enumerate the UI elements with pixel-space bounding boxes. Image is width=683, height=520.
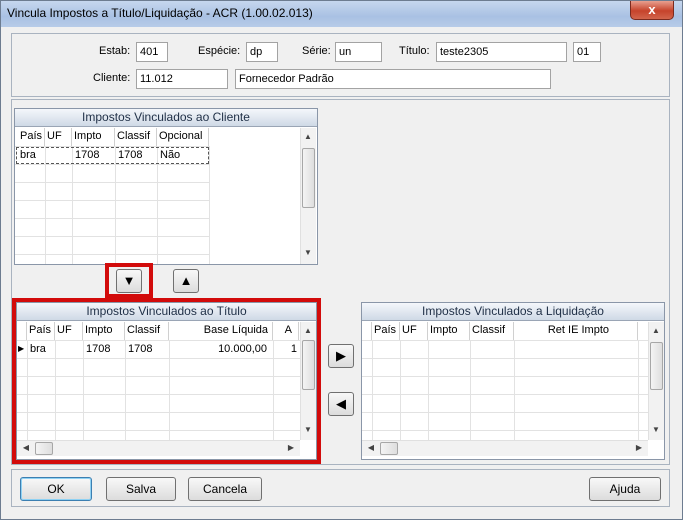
col-header bbox=[17, 322, 27, 340]
table-row[interactable]: bra 1708 1708 10.000,00 1 bbox=[27, 341, 300, 358]
table-cell: 1708 bbox=[75, 149, 100, 161]
table-cell: bra bbox=[20, 149, 36, 161]
table-cell: 1708 bbox=[118, 149, 143, 161]
grid-cliente[interactable]: Impostos Vinculados ao Cliente País UF I… bbox=[14, 108, 318, 265]
scroll-up-icon[interactable]: ▲ bbox=[301, 130, 315, 144]
vertical-scrollbar[interactable]: ▲ ▼ bbox=[648, 322, 664, 440]
move-up-button[interactable]: ▲ bbox=[173, 269, 199, 293]
col-header[interactable]: Impto bbox=[83, 322, 125, 340]
header-panel: Estab: 401 Espécie: dp Série: un Título:… bbox=[11, 33, 670, 97]
grid-titulo[interactable]: Impostos Vinculados ao Título País UF Im… bbox=[16, 302, 317, 460]
move-right-button[interactable]: ▶ bbox=[328, 344, 354, 368]
table-cell: 1 bbox=[290, 343, 297, 355]
table-row[interactable]: bra 1708 1708 Não bbox=[16, 147, 209, 164]
col-header[interactable]: Impto bbox=[428, 322, 470, 340]
col-header bbox=[362, 322, 372, 340]
scroll-thumb[interactable] bbox=[650, 342, 663, 390]
col-header[interactable]: UF bbox=[45, 128, 72, 146]
scroll-down-icon[interactable]: ▼ bbox=[649, 423, 663, 437]
scroll-right-icon[interactable]: ▶ bbox=[284, 441, 298, 455]
vertical-scrollbar[interactable]: ▲ ▼ bbox=[300, 128, 316, 264]
ok-button[interactable]: OK bbox=[20, 477, 92, 501]
serie-field[interactable]: un bbox=[335, 42, 382, 62]
table-cell: Não bbox=[160, 149, 181, 161]
row-indicator-icon: ▶ bbox=[18, 344, 25, 353]
cliente-name-field: Fornecedor Padrão bbox=[235, 69, 551, 89]
col-header[interactable]: Ret IE Impto bbox=[514, 322, 638, 340]
scroll-thumb[interactable] bbox=[302, 148, 315, 208]
serie-label: Série: bbox=[302, 45, 331, 57]
scroll-left-icon[interactable]: ◀ bbox=[19, 441, 33, 455]
horizontal-scrollbar[interactable]: ◀ ▶ bbox=[362, 440, 648, 456]
scroll-down-icon[interactable]: ▼ bbox=[301, 246, 315, 260]
col-header[interactable]: Base Líquida bbox=[169, 322, 273, 340]
horizontal-scrollbar[interactable]: ◀ ▶ bbox=[17, 440, 300, 456]
titulo-label: Título: bbox=[399, 45, 430, 57]
salva-button[interactable]: Salva bbox=[106, 477, 176, 501]
col-header[interactable]: Classif bbox=[125, 322, 169, 340]
move-left-button[interactable]: ◀ bbox=[328, 392, 354, 416]
dialog-window: Vincula Impostos a Título/Liquidação - A… bbox=[0, 0, 683, 520]
grid-liquidacao-title: Impostos Vinculados a Liquidação bbox=[362, 303, 664, 321]
window-title: Vincula Impostos a Título/Liquidação - A… bbox=[7, 6, 313, 20]
title-bar[interactable]: Vincula Impostos a Título/Liquidação - A… bbox=[1, 1, 682, 27]
estab-label: Estab: bbox=[99, 45, 131, 57]
scroll-thumb[interactable] bbox=[302, 340, 315, 390]
scroll-up-icon[interactable]: ▲ bbox=[301, 324, 315, 338]
table-cell: 10.000,00 bbox=[218, 343, 267, 355]
scroll-thumb[interactable] bbox=[380, 442, 398, 455]
col-header[interactable]: A bbox=[273, 322, 299, 340]
scroll-up-icon[interactable]: ▲ bbox=[649, 324, 663, 338]
table-cell: 1708 bbox=[128, 343, 153, 355]
table-cell: 1708 bbox=[86, 343, 111, 355]
cliente-label: Cliente: bbox=[93, 72, 131, 84]
close-button[interactable]: x bbox=[630, 1, 674, 20]
col-header[interactable]: País bbox=[18, 128, 45, 146]
scroll-thumb[interactable] bbox=[35, 442, 53, 455]
footer-panel: OK Salva Cancela Ajuda bbox=[11, 469, 670, 507]
titulo-field[interactable]: teste2305 bbox=[436, 42, 567, 62]
scroll-right-icon[interactable]: ▶ bbox=[632, 441, 646, 455]
ajuda-button[interactable]: Ajuda bbox=[589, 477, 661, 501]
col-header[interactable]: País bbox=[372, 322, 400, 340]
grid-liquidacao[interactable]: Impostos Vinculados a Liquidação País UF… bbox=[361, 302, 665, 460]
col-header[interactable]: Classif bbox=[115, 128, 157, 146]
scroll-down-icon[interactable]: ▼ bbox=[301, 423, 315, 437]
especie-field[interactable]: dp bbox=[246, 42, 278, 62]
cliente-code-field[interactable]: 11.012 bbox=[136, 69, 228, 89]
col-header[interactable]: Impto bbox=[72, 128, 115, 146]
grid-titulo-title: Impostos Vinculados ao Título bbox=[17, 303, 316, 321]
scroll-left-icon[interactable]: ◀ bbox=[364, 441, 378, 455]
vertical-scrollbar[interactable]: ▲ ▼ bbox=[300, 322, 316, 440]
parcela-field[interactable]: 01 bbox=[573, 42, 601, 62]
col-header[interactable]: UF bbox=[55, 322, 83, 340]
grid-cliente-title: Impostos Vinculados ao Cliente bbox=[15, 109, 317, 127]
especie-label: Espécie: bbox=[198, 45, 241, 57]
estab-field[interactable]: 401 bbox=[136, 42, 168, 62]
move-down-button[interactable]: ▼ bbox=[116, 269, 142, 293]
col-header[interactable]: Opcional bbox=[157, 128, 209, 146]
col-header[interactable]: UF bbox=[400, 322, 428, 340]
cancela-button[interactable]: Cancela bbox=[188, 477, 262, 501]
col-header[interactable]: País bbox=[27, 322, 55, 340]
table-cell: bra bbox=[30, 343, 46, 355]
col-header[interactable]: Classif bbox=[470, 322, 514, 340]
